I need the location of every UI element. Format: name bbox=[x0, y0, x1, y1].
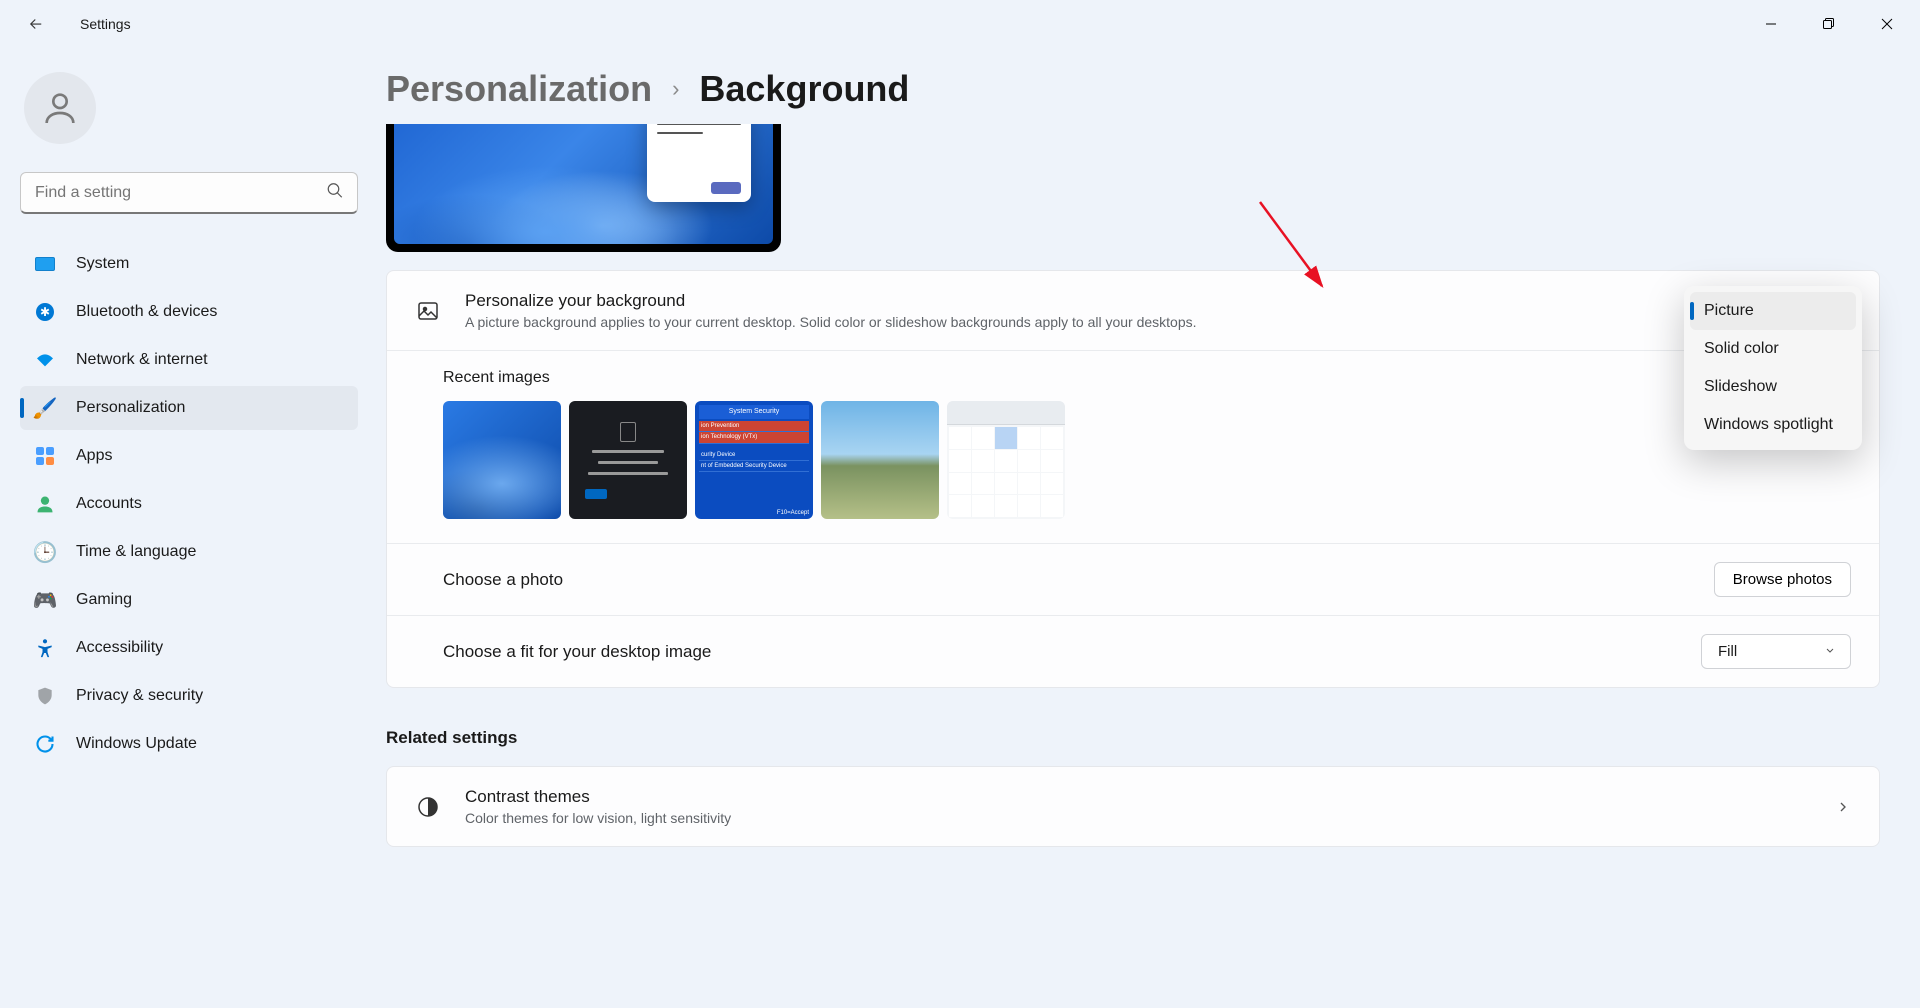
paintbrush-icon: 🖌️ bbox=[34, 397, 56, 419]
minimize-button[interactable] bbox=[1742, 4, 1800, 44]
recent-thumbnails: System Security ion Prevention ion Techn… bbox=[443, 401, 1851, 519]
nav-gaming[interactable]: 🎮 Gaming bbox=[20, 578, 358, 622]
breadcrumb: Personalization › Background bbox=[386, 68, 1880, 110]
close-button[interactable] bbox=[1858, 4, 1916, 44]
related-card: Contrast themes Color themes for low vis… bbox=[386, 766, 1880, 847]
recent-thumb-2[interactable] bbox=[569, 401, 687, 519]
dropdown-option-solid-color[interactable]: Solid color bbox=[1690, 330, 1856, 368]
chevron-right-icon bbox=[1835, 799, 1851, 815]
avatar[interactable] bbox=[24, 72, 96, 144]
fit-select-value: Fill bbox=[1718, 643, 1737, 660]
nav-system[interactable]: System bbox=[20, 242, 358, 286]
fit-select[interactable]: Fill bbox=[1701, 634, 1851, 669]
breadcrumb-current: Background bbox=[699, 68, 909, 110]
recent-thumb-1[interactable] bbox=[443, 401, 561, 519]
nav-label: System bbox=[76, 255, 129, 273]
nav-label: Network & internet bbox=[76, 351, 208, 369]
back-button[interactable] bbox=[16, 4, 56, 44]
background-card: Personalize your background A picture ba… bbox=[386, 270, 1880, 688]
nav-label: Bluetooth & devices bbox=[76, 303, 217, 321]
nav-apps[interactable]: Apps bbox=[20, 434, 358, 478]
app-title: Settings bbox=[80, 16, 131, 32]
personalize-title: Personalize your background bbox=[465, 291, 1851, 311]
nav-label: Windows Update bbox=[76, 735, 197, 753]
picture-icon bbox=[415, 298, 441, 324]
nav-bluetooth[interactable]: ✱ Bluetooth & devices bbox=[20, 290, 358, 334]
contrast-themes-row[interactable]: Contrast themes Color themes for low vis… bbox=[387, 767, 1879, 846]
personalize-desc: A picture background applies to your cur… bbox=[465, 314, 1851, 330]
maximize-button[interactable] bbox=[1800, 4, 1858, 44]
choose-fit-row: Choose a fit for your desktop image Fill bbox=[387, 616, 1879, 687]
nav-label: Accounts bbox=[76, 495, 142, 513]
search-input[interactable] bbox=[20, 172, 358, 214]
browse-photos-button[interactable]: Browse photos bbox=[1714, 562, 1851, 597]
related-settings-title: Related settings bbox=[386, 728, 1880, 748]
main-content: Personalization › Background bbox=[370, 48, 1920, 1008]
background-type-dropdown: Picture Solid color Slideshow Windows sp… bbox=[1684, 286, 1862, 450]
nav-network[interactable]: Network & internet bbox=[20, 338, 358, 382]
recent-images-title: Recent images bbox=[443, 369, 1851, 387]
recent-images-block: Recent images System Security ion Preven… bbox=[387, 351, 1879, 544]
chevron-down-icon bbox=[1824, 643, 1836, 660]
wifi-icon bbox=[34, 349, 56, 371]
choose-photo-label: Choose a photo bbox=[443, 570, 563, 590]
choose-photo-row: Choose a photo Browse photos bbox=[387, 544, 1879, 616]
nav-label: Personalization bbox=[76, 399, 185, 417]
nav-label: Gaming bbox=[76, 591, 132, 609]
accessibility-icon bbox=[34, 637, 56, 659]
recent-thumb-4[interactable] bbox=[821, 401, 939, 519]
person-icon bbox=[34, 493, 56, 515]
monitor-icon bbox=[34, 253, 56, 275]
choose-fit-label: Choose a fit for your desktop image bbox=[443, 642, 711, 662]
recent-thumb-5[interactable] bbox=[947, 401, 1065, 519]
nav-label: Accessibility bbox=[76, 639, 163, 657]
shield-icon bbox=[34, 685, 56, 707]
recent-thumb-3[interactable]: System Security ion Prevention ion Techn… bbox=[695, 401, 813, 519]
nav-personalization[interactable]: 🖌️ Personalization bbox=[20, 386, 358, 430]
gamepad-icon: 🎮 bbox=[34, 589, 56, 611]
nav-accessibility[interactable]: Accessibility bbox=[20, 626, 358, 670]
nav-label: Apps bbox=[76, 447, 112, 465]
contrast-title: Contrast themes bbox=[465, 787, 1811, 807]
nav-accounts[interactable]: Accounts bbox=[20, 482, 358, 526]
nav-time[interactable]: 🕒 Time & language bbox=[20, 530, 358, 574]
nav-update[interactable]: Windows Update bbox=[20, 722, 358, 766]
titlebar: Settings bbox=[0, 0, 1920, 48]
nav-privacy[interactable]: Privacy & security bbox=[20, 674, 358, 718]
contrast-icon bbox=[415, 794, 441, 820]
desktop-preview bbox=[386, 124, 781, 252]
contrast-desc: Color themes for low vision, light sensi… bbox=[465, 810, 1811, 826]
bluetooth-icon: ✱ bbox=[34, 301, 56, 323]
search-box bbox=[20, 172, 358, 214]
nav-label: Time & language bbox=[76, 543, 196, 561]
preview-window-mock bbox=[647, 124, 751, 202]
dropdown-option-spotlight[interactable]: Windows spotlight bbox=[1690, 406, 1856, 444]
personalize-row: Personalize your background A picture ba… bbox=[387, 271, 1879, 351]
dropdown-option-picture[interactable]: Picture bbox=[1690, 292, 1856, 330]
dropdown-option-slideshow[interactable]: Slideshow bbox=[1690, 368, 1856, 406]
breadcrumb-parent[interactable]: Personalization bbox=[386, 68, 652, 110]
chevron-right-icon: › bbox=[672, 76, 679, 102]
nav-list: System ✱ Bluetooth & devices Network & in… bbox=[20, 242, 358, 766]
sidebar: System ✱ Bluetooth & devices Network & in… bbox=[0, 48, 370, 1008]
clock-globe-icon: 🕒 bbox=[34, 541, 56, 563]
sync-icon bbox=[34, 733, 56, 755]
nav-label: Privacy & security bbox=[76, 687, 203, 705]
window-controls bbox=[1742, 4, 1916, 44]
search-icon bbox=[326, 182, 344, 205]
apps-icon bbox=[34, 445, 56, 467]
